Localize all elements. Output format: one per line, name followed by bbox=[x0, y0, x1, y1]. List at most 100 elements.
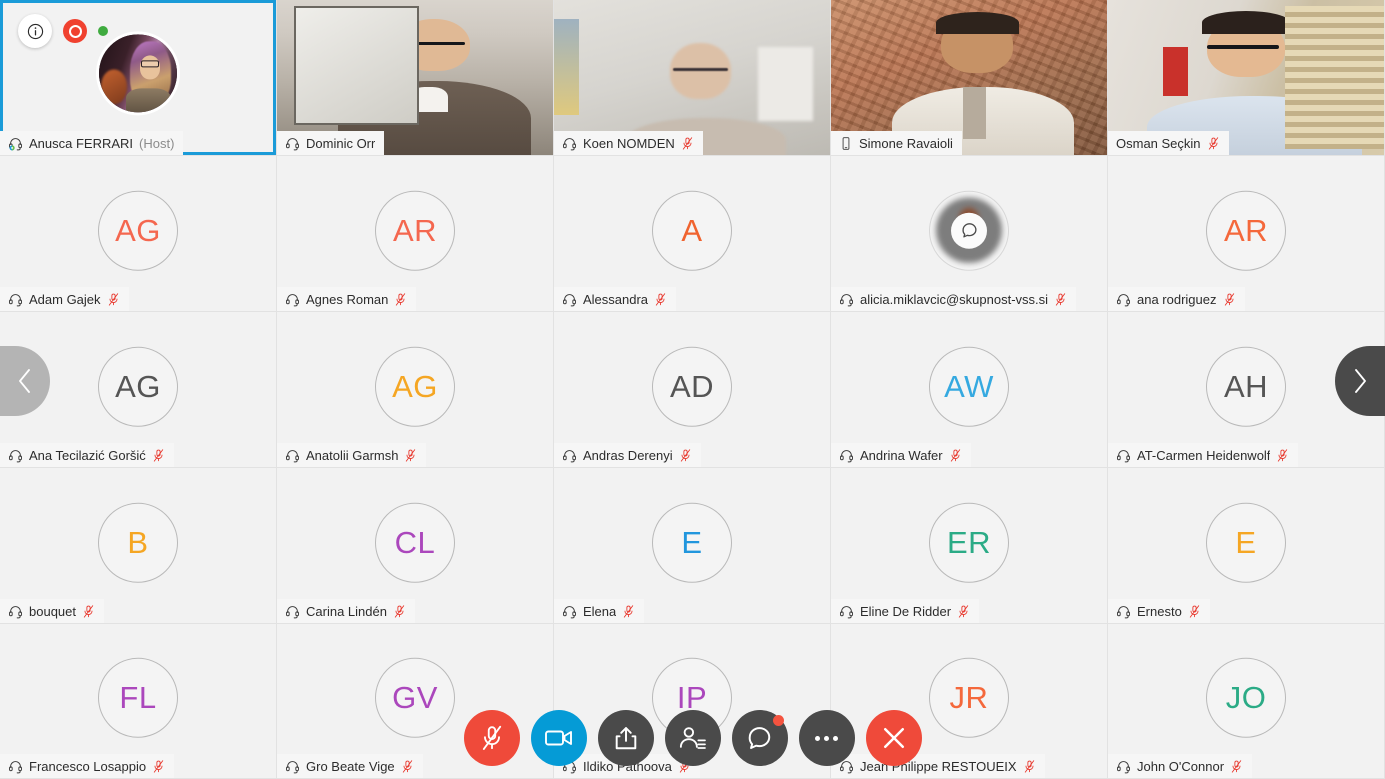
more-icon bbox=[815, 735, 838, 741]
participant-name-bar: Simone Ravaioli bbox=[831, 131, 962, 155]
participant-tile[interactable]: A Alessandra bbox=[554, 156, 831, 312]
info-icon bbox=[27, 23, 43, 39]
participant-tile[interactable]: ER Eline De Ridder bbox=[831, 468, 1108, 624]
avatar-initials-text: AR bbox=[392, 212, 438, 248]
mic-muted-icon bbox=[950, 448, 960, 462]
participant-tile[interactable]: Dominic Orr bbox=[277, 0, 554, 156]
participant-name-bar: Anusca FERRARI (Host) bbox=[0, 131, 184, 155]
participant-tile[interactable]: AW Andrina Wafer bbox=[831, 312, 1108, 468]
avatar-initials: AG bbox=[98, 190, 178, 271]
chat-button[interactable] bbox=[731, 710, 788, 766]
mic-muted-icon bbox=[949, 448, 962, 463]
participant-name: bouquet bbox=[29, 603, 76, 619]
participant-tile[interactable]: AR ana rodriguez bbox=[1108, 156, 1385, 312]
participant-tile[interactable]: AD Andras Derenyi bbox=[554, 312, 831, 468]
avatar-initials-text: AD bbox=[669, 368, 715, 404]
mic-muted-icon bbox=[394, 604, 405, 618]
more-button[interactable] bbox=[798, 710, 855, 766]
mic-muted-icon bbox=[681, 136, 694, 151]
participant-name-bar: Alessandra bbox=[554, 287, 677, 311]
participants-button[interactable] bbox=[664, 710, 721, 766]
chat-icon bbox=[748, 727, 771, 749]
headset-icon bbox=[1117, 760, 1130, 773]
live-indicator bbox=[98, 26, 108, 36]
avatar-initials-text: GV bbox=[392, 679, 438, 715]
mic-muted-icon bbox=[1024, 759, 1034, 773]
headset-icon bbox=[1116, 759, 1131, 774]
headset-icon bbox=[9, 449, 22, 462]
participant-name-bar: Ana Tecilazić Goršić bbox=[0, 443, 174, 467]
headset-icon bbox=[285, 136, 300, 151]
chat-notification-badge bbox=[772, 715, 784, 726]
participant-name: Andrina Wafer bbox=[860, 447, 943, 463]
participant-tile[interactable]: FL Francesco Losappio bbox=[0, 624, 277, 779]
participant-name: Elena bbox=[583, 603, 617, 619]
mic-muted-icon bbox=[1230, 759, 1243, 774]
mic-muted-icon bbox=[1208, 136, 1218, 150]
mic-muted-icon bbox=[1223, 292, 1236, 307]
avatar-initials: AD bbox=[652, 346, 732, 427]
participant-name-bar: Ernesto bbox=[1108, 599, 1210, 623]
mic-muted-icon bbox=[482, 725, 501, 750]
avatar-initials: AG bbox=[98, 346, 178, 427]
participant-tile[interactable]: AG Adam Gajek bbox=[0, 156, 277, 312]
headset-icon bbox=[286, 760, 299, 773]
participant-tile[interactable]: alicia.miklavcic@skupnost-vss.si bbox=[831, 156, 1108, 312]
participant-tile[interactable]: E Ernesto bbox=[1108, 468, 1385, 624]
participant-tile[interactable]: B bouquet bbox=[0, 468, 277, 624]
participant-name: Eline De Ridder bbox=[860, 603, 952, 619]
participant-name: Agnes Roman bbox=[306, 291, 389, 307]
participant-name-bar: Koen NOMDEN bbox=[554, 131, 703, 155]
participant-tile[interactable]: Koen NOMDEN bbox=[554, 0, 831, 156]
headset-icon bbox=[9, 760, 22, 773]
participant-name: Ernesto bbox=[1137, 603, 1182, 619]
participant-tile[interactable]: JO John O'Connor bbox=[1108, 624, 1385, 779]
microphone-button[interactable] bbox=[463, 710, 520, 766]
headset-icon bbox=[562, 136, 577, 151]
participant-name-bar: Anatolii Garmsh bbox=[277, 443, 427, 467]
meeting-toolbar bbox=[463, 710, 922, 766]
mic-muted-icon bbox=[153, 448, 163, 462]
participant-tile[interactable]: Simone Ravaioli bbox=[831, 0, 1108, 156]
avatar-initials: FL bbox=[98, 657, 178, 738]
participant-name-bar: John O'Connor bbox=[1108, 754, 1253, 778]
avatar-initials-text: AW bbox=[944, 368, 994, 404]
participant-name: Osman Seçkin bbox=[1116, 135, 1201, 151]
mic-muted-icon bbox=[682, 136, 692, 150]
participant-name-bar: Gro Beate Vige bbox=[277, 754, 423, 778]
share-button[interactable] bbox=[597, 710, 654, 766]
mic-muted-icon bbox=[1054, 292, 1067, 307]
participant-tile[interactable]: AR Agnes Roman bbox=[277, 156, 554, 312]
headset-icon bbox=[1117, 293, 1130, 306]
avatar-initials-text: AR bbox=[1223, 212, 1269, 248]
avatar-initials-text: E bbox=[1235, 524, 1257, 560]
avatar-initials-text: ER bbox=[946, 524, 992, 560]
headset-icon bbox=[285, 448, 300, 463]
mic-muted-icon bbox=[958, 604, 969, 618]
avatar-initials: GV bbox=[375, 657, 455, 738]
participant-name: John O'Connor bbox=[1137, 758, 1225, 774]
headset-icon bbox=[562, 292, 577, 307]
recording-indicator[interactable] bbox=[63, 19, 87, 43]
mic-muted-icon bbox=[1276, 448, 1289, 463]
participant-name: AT-Carmen Heidenwolf bbox=[1137, 447, 1271, 463]
headset-icon bbox=[562, 604, 577, 619]
headset-icon bbox=[286, 449, 299, 462]
participant-name-bar: Dominic Orr bbox=[277, 131, 385, 155]
meeting-info-button[interactable] bbox=[18, 14, 52, 48]
participant-name: Dominic Orr bbox=[306, 135, 376, 151]
headset-active-icon bbox=[9, 137, 22, 150]
participant-name-bar: AT-Carmen Heidenwolf bbox=[1108, 443, 1299, 467]
avatar-initials-text: AH bbox=[1223, 368, 1269, 404]
camera-button[interactable] bbox=[530, 710, 587, 766]
participant-tile[interactable]: CL Carina Lindén bbox=[277, 468, 554, 624]
mic-muted-icon bbox=[82, 604, 95, 619]
participant-tile[interactable]: AG Anatolii Garmsh bbox=[277, 312, 554, 468]
share-icon bbox=[615, 726, 636, 749]
participant-name: Adam Gajek bbox=[29, 291, 101, 307]
participant-tile[interactable]: Osman Seçkin bbox=[1108, 0, 1385, 156]
headset-icon bbox=[286, 137, 299, 150]
participant-tile[interactable]: E Elena bbox=[554, 468, 831, 624]
leave-button[interactable] bbox=[865, 710, 922, 766]
avatar-initials: AW bbox=[929, 346, 1009, 427]
